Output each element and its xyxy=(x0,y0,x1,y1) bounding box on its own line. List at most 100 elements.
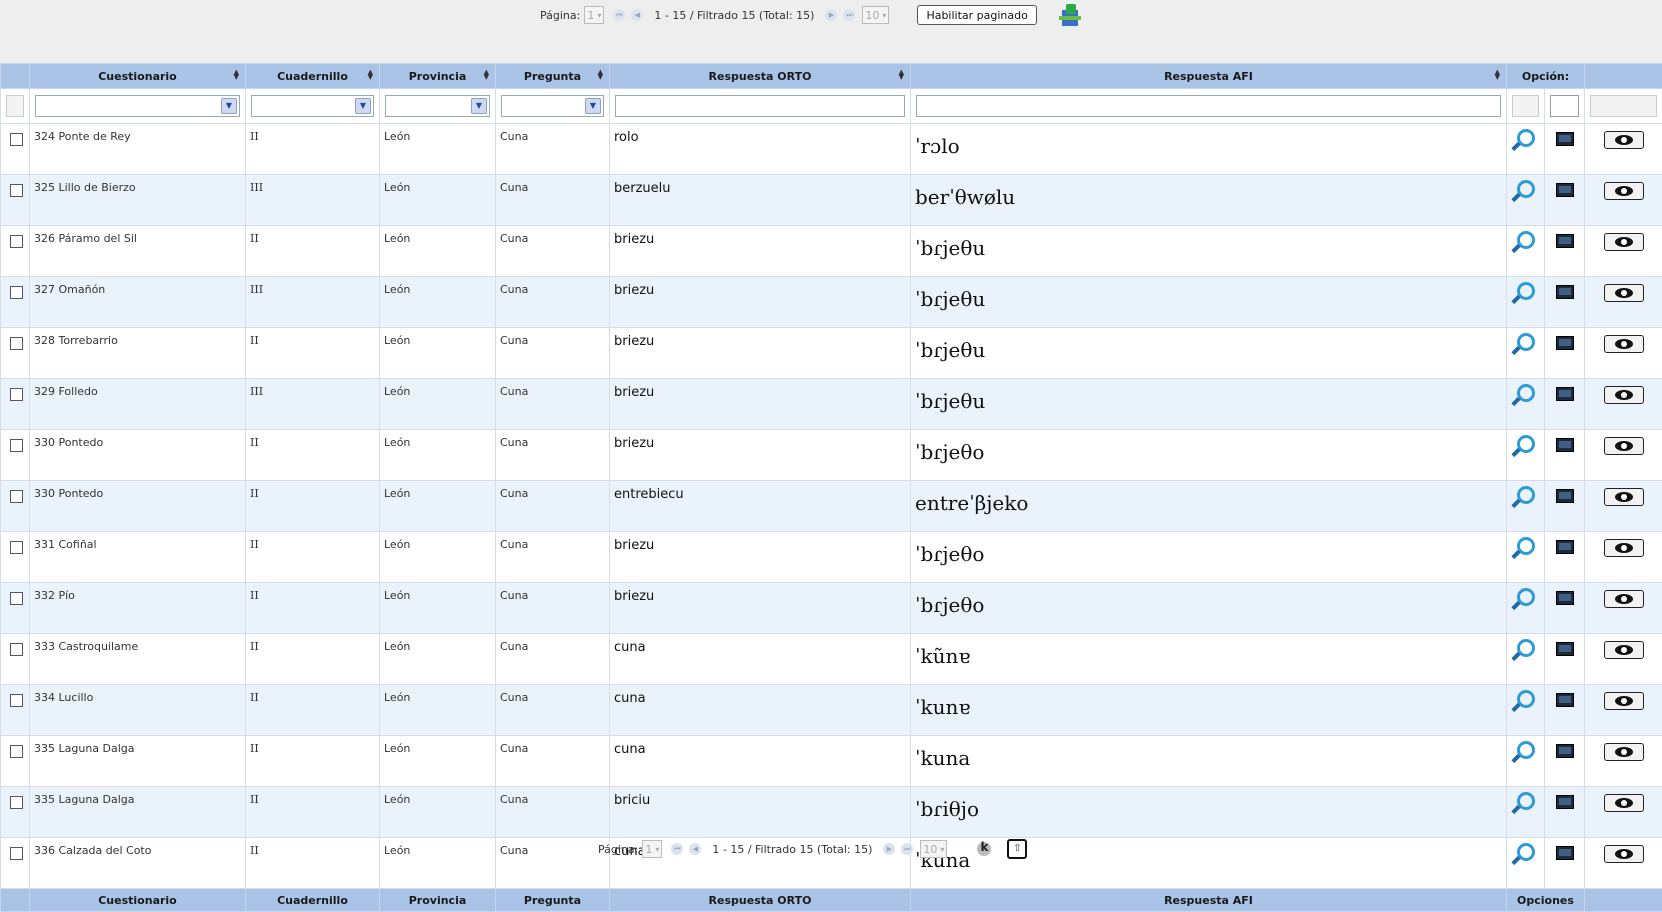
magnifier-icon[interactable] xyxy=(1517,537,1535,555)
sort-icon[interactable]: ▲▼ xyxy=(899,70,904,80)
chevron-down-icon: ▼ xyxy=(585,98,601,114)
pagina-label: Página: xyxy=(540,9,580,22)
prev-page-icon[interactable]: ◀ xyxy=(689,843,701,855)
row-checkbox[interactable] xyxy=(10,286,23,299)
k-icon[interactable] xyxy=(977,842,991,856)
row-checkbox[interactable] xyxy=(10,490,23,503)
col-cuadernillo[interactable]: Cuadernillo▲▼ xyxy=(246,64,380,89)
col-provincia[interactable]: Provincia▲▼ xyxy=(380,64,496,89)
magnifier-icon[interactable] xyxy=(1517,741,1535,759)
filter-cuestionario[interactable]: ▼ xyxy=(35,95,240,117)
row-checkbox[interactable] xyxy=(10,694,23,707)
table-row: 332 PíoIILeónCunabriezuˈbɾjeθo xyxy=(1,583,1662,634)
monitor-icon[interactable] xyxy=(1556,132,1574,146)
magnifier-icon[interactable] xyxy=(1517,180,1535,198)
view-button[interactable] xyxy=(1604,488,1644,506)
row-checkbox[interactable] xyxy=(10,592,23,605)
first-page-icon[interactable]: ⏮ xyxy=(613,9,625,21)
cell-orto: briezu xyxy=(614,538,654,553)
prev-page-icon[interactable]: ◀ xyxy=(631,9,643,21)
sort-icon[interactable]: ▲▼ xyxy=(1495,70,1500,80)
last-page-icon[interactable]: ⏭ xyxy=(901,843,913,855)
row-checkbox[interactable] xyxy=(10,541,23,554)
monitor-icon[interactable] xyxy=(1556,591,1574,605)
rows-per-page-select[interactable]: 10▾ xyxy=(862,6,889,24)
view-button[interactable] xyxy=(1604,794,1644,812)
magnifier-icon[interactable] xyxy=(1517,231,1535,249)
view-button[interactable] xyxy=(1604,284,1644,302)
magnifier-icon[interactable] xyxy=(1517,129,1535,147)
view-button[interactable] xyxy=(1604,539,1644,557)
rows-per-page-select[interactable]: 10▾ xyxy=(920,840,947,858)
magnifier-icon[interactable] xyxy=(1517,690,1535,708)
magnifier-icon[interactable] xyxy=(1517,435,1535,453)
row-checkbox[interactable] xyxy=(10,439,23,452)
view-button[interactable] xyxy=(1604,437,1644,455)
monitor-icon[interactable] xyxy=(1556,234,1574,248)
cell-provincia: León xyxy=(380,634,496,685)
last-page-icon[interactable]: ⏭ xyxy=(843,9,855,21)
monitor-icon[interactable] xyxy=(1556,489,1574,503)
next-page-icon[interactable]: ▶ xyxy=(825,9,837,21)
cell-afi: entreˈβjeko xyxy=(915,487,1502,515)
enable-paging-button[interactable]: Habilitar paginado xyxy=(917,5,1036,25)
filter-provincia[interactable]: ▼ xyxy=(385,95,490,117)
upload-icon[interactable]: ⇧ xyxy=(1007,839,1027,859)
view-button[interactable] xyxy=(1604,590,1644,608)
magnifier-icon[interactable] xyxy=(1517,384,1535,402)
page-select[interactable]: 1▾ xyxy=(584,6,604,24)
first-page-icon[interactable]: ⏮ xyxy=(671,843,683,855)
magnifier-icon[interactable] xyxy=(1517,588,1535,606)
monitor-icon[interactable] xyxy=(1556,744,1574,758)
row-checkbox[interactable] xyxy=(10,745,23,758)
filter-option-b[interactable] xyxy=(1550,95,1579,117)
monitor-icon[interactable] xyxy=(1556,642,1574,656)
sort-icon[interactable]: ▲▼ xyxy=(234,70,239,80)
next-page-icon[interactable]: ▶ xyxy=(883,843,895,855)
row-checkbox[interactable] xyxy=(10,796,23,809)
view-button[interactable] xyxy=(1604,692,1644,710)
row-checkbox[interactable] xyxy=(10,337,23,350)
view-button[interactable] xyxy=(1604,182,1644,200)
monitor-icon[interactable] xyxy=(1556,387,1574,401)
export-icon[interactable] xyxy=(1059,4,1081,26)
magnifier-icon[interactable] xyxy=(1517,792,1535,810)
monitor-icon[interactable] xyxy=(1556,183,1574,197)
view-button[interactable] xyxy=(1604,641,1644,659)
filter-orto-input[interactable] xyxy=(615,95,905,117)
magnifier-icon[interactable] xyxy=(1517,639,1535,657)
filter-afi-input[interactable] xyxy=(916,95,1501,117)
monitor-icon[interactable] xyxy=(1556,693,1574,707)
row-checkbox[interactable] xyxy=(10,388,23,401)
sort-icon[interactable]: ▲▼ xyxy=(484,70,489,80)
sort-icon[interactable]: ▲▼ xyxy=(598,70,603,80)
select-col-header xyxy=(1,64,30,89)
col-cuestionario[interactable]: Cuestionario▲▼ xyxy=(30,64,246,89)
row-checkbox[interactable] xyxy=(10,643,23,656)
monitor-icon[interactable] xyxy=(1556,795,1574,809)
sort-icon[interactable]: ▲▼ xyxy=(368,70,373,80)
monitor-icon[interactable] xyxy=(1556,438,1574,452)
row-checkbox[interactable] xyxy=(10,184,23,197)
filter-cuadernillo[interactable]: ▼ xyxy=(251,95,374,117)
view-button[interactable] xyxy=(1604,743,1644,761)
row-checkbox[interactable] xyxy=(10,235,23,248)
filter-pregunta[interactable]: ▼ xyxy=(501,95,604,117)
page-select[interactable]: 1▾ xyxy=(642,840,662,858)
view-button[interactable] xyxy=(1604,233,1644,251)
row-checkbox[interactable] xyxy=(10,133,23,146)
magnifier-icon[interactable] xyxy=(1517,486,1535,504)
view-button[interactable] xyxy=(1604,386,1644,404)
magnifier-icon[interactable] xyxy=(1517,333,1535,351)
magnifier-icon[interactable] xyxy=(1517,282,1535,300)
select-all-filter[interactable] xyxy=(6,95,24,117)
monitor-icon[interactable] xyxy=(1556,285,1574,299)
foot-cuestionario: Cuestionario xyxy=(30,889,246,912)
monitor-icon[interactable] xyxy=(1556,540,1574,554)
col-pregunta[interactable]: Pregunta▲▼ xyxy=(496,64,610,89)
col-orto[interactable]: Respuesta ORTO▲▼ xyxy=(610,64,911,89)
col-afi[interactable]: Respuesta AFI▲▼ xyxy=(911,64,1507,89)
monitor-icon[interactable] xyxy=(1556,336,1574,350)
view-button[interactable] xyxy=(1604,335,1644,353)
view-button[interactable] xyxy=(1604,131,1644,149)
